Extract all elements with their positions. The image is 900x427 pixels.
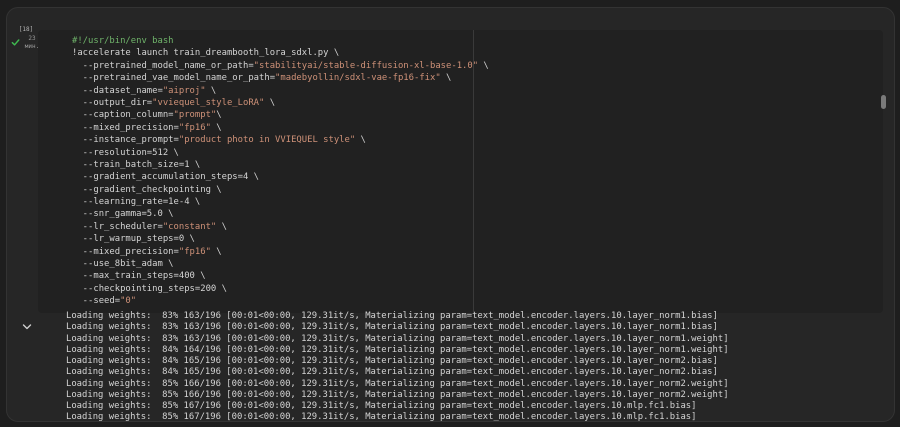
code-token: --use_8bit_adam \ xyxy=(72,259,174,270)
string-token: "constant" xyxy=(162,221,217,232)
code-line: --pretrained_vae_model_name_or_path="mad… xyxy=(72,72,489,84)
code-token: --pretrained_vae_model_name_or_path= xyxy=(72,73,276,84)
code-token: --seed= xyxy=(72,296,121,307)
code-block[interactable]: #!/usr/bin/env bash !accelerate launch tr… xyxy=(72,35,489,308)
output-line: Loading weights: 85% 167/196 [00:01<00:0… xyxy=(66,401,697,411)
string-token: "vviequel_style_LoRA" xyxy=(152,97,265,108)
code-token: --gradient_checkpointing \ xyxy=(72,184,222,195)
code-token: --snr_gamma=5.0 \ xyxy=(72,209,174,220)
code-token: --mixed_precision= xyxy=(72,246,179,257)
code-line: --learning_rate=1e-4 \ xyxy=(72,196,489,208)
code-line: --max_train_steps=400 \ xyxy=(72,270,489,282)
code-line: --pretrained_model_name_or_path="stabili… xyxy=(72,60,489,72)
code-token: --gradient_accumulation_steps=4 \ xyxy=(72,172,260,183)
code-line: --mixed_precision="fp16" \ xyxy=(72,122,489,134)
code-line: --gradient_checkpointing \ xyxy=(72,184,489,196)
code-line: --use_8bit_adam \ xyxy=(72,258,489,270)
code-token: --output_dir= xyxy=(72,97,153,108)
code-token: --checkpointing_steps=200 \ xyxy=(72,283,227,294)
code-editor[interactable]: #!/usr/bin/env bash !accelerate launch tr… xyxy=(38,30,883,313)
code-line: --instance_prompt="product photo in VVIE… xyxy=(72,134,489,146)
code-token: \ xyxy=(264,97,276,108)
string-token: "product photo in VVIEQUEL style" xyxy=(178,135,356,146)
code-line: --lr_warmup_steps=0 \ xyxy=(72,233,489,245)
code-token: --pretrained_model_name_or_path= xyxy=(72,60,254,71)
code-cell[interactable]: [18] 23 мин. #!/usr/bin/env bash !acceler… xyxy=(6,7,895,422)
code-line: --dataset_name="aiproj" \ xyxy=(72,85,489,97)
string-token: "stabilityai/stable-diffusion-xl-base-1.… xyxy=(253,60,479,71)
code-token: --dataset_name= xyxy=(72,85,163,96)
notebook-page: [18] 23 мин. #!/usr/bin/env bash !acceler… xyxy=(0,0,900,427)
code-token: --learning_rate=1e-4 \ xyxy=(72,197,201,208)
code-line: --checkpointing_steps=200 \ xyxy=(72,283,489,295)
output-line: Loading weights: 84% 164/196 [00:01<00:0… xyxy=(66,344,729,355)
string-token: "aiproj" xyxy=(162,85,206,96)
code-line: --gradient_accumulation_steps=4 \ xyxy=(72,171,489,183)
chevron-down-icon[interactable] xyxy=(21,322,33,332)
output-line: Loading weights: 85% 166/196 [00:01<00:0… xyxy=(66,378,729,389)
code-token: --train_batch_size=1 \ xyxy=(72,159,201,170)
output-line: Loading weights: 84% 165/196 [00:01<00:0… xyxy=(66,356,718,366)
code-line: --seed="0" xyxy=(72,295,489,307)
check-icon xyxy=(11,39,20,46)
cell-output: Loading weights: 83% 163/196 [00:01<00:0… xyxy=(62,311,882,421)
code-line: --mixed_precision="fp16" \ xyxy=(72,246,489,258)
code-token: \ xyxy=(440,73,452,84)
code-token: \ xyxy=(355,135,366,146)
string-token: "fp16" xyxy=(178,246,211,257)
output-line: Loading weights: 84% 165/196 [00:01<00:0… xyxy=(66,367,718,378)
code-line: !accelerate launch train_dreambooth_lora… xyxy=(72,47,489,59)
code-token: \ xyxy=(210,246,222,257)
comment-token: #!/usr/bin/env bash xyxy=(72,36,174,46)
code-line: --train_batch_size=1 \ xyxy=(72,159,489,171)
output-line: Loading weights: 85% 166/196 [00:01<00:0… xyxy=(66,389,729,400)
code-token: \ xyxy=(210,122,222,133)
code-token: --mixed_precision= xyxy=(72,122,179,133)
scrollbar-thumb[interactable] xyxy=(881,95,886,109)
code-line: --lr_scheduler="constant" \ xyxy=(72,221,489,233)
code-token: --lr_scheduler= xyxy=(72,221,163,232)
output-line: Loading weights: 85% 167/196 [00:01<00:0… xyxy=(66,412,697,421)
code-token: --resolution=512 \ xyxy=(72,147,179,158)
code-token: --lr_warmup_steps=0 \ xyxy=(72,234,195,245)
code-line: --snr_gamma=5.0 \ xyxy=(72,208,489,220)
code-token: --instance_prompt= xyxy=(72,135,179,146)
code-token: --caption_column= xyxy=(72,110,174,121)
code-token: \ xyxy=(216,221,227,232)
code-token: !accelerate launch train_dreambooth_lora… xyxy=(72,48,340,59)
string-token: "0" xyxy=(120,296,137,307)
code-token: \ xyxy=(216,110,222,121)
code-line: --resolution=512 \ xyxy=(72,147,489,159)
string-token: "madebyollin/sdxl-vae-fp16-fix" xyxy=(275,73,441,84)
code-line: #!/usr/bin/env bash xyxy=(72,35,489,47)
execution-count: [18] xyxy=(18,26,34,33)
code-token: \ xyxy=(478,60,489,71)
output-line: Loading weights: 83% 163/196 [00:01<00:0… xyxy=(66,311,718,321)
code-token: --max_train_steps=400 \ xyxy=(72,271,206,282)
output-line: Loading weights: 83% 163/196 [00:01<00:0… xyxy=(66,322,718,333)
code-line: --caption_column="prompt"\ xyxy=(72,109,489,121)
string-token: "fp16" xyxy=(178,122,211,133)
code-token: \ xyxy=(205,85,217,96)
output-line: Loading weights: 83% 163/196 [00:01<00:0… xyxy=(66,333,729,344)
string-token: "prompt" xyxy=(173,110,217,121)
code-line: --output_dir="vviequel_style_LoRA" \ xyxy=(72,97,489,109)
